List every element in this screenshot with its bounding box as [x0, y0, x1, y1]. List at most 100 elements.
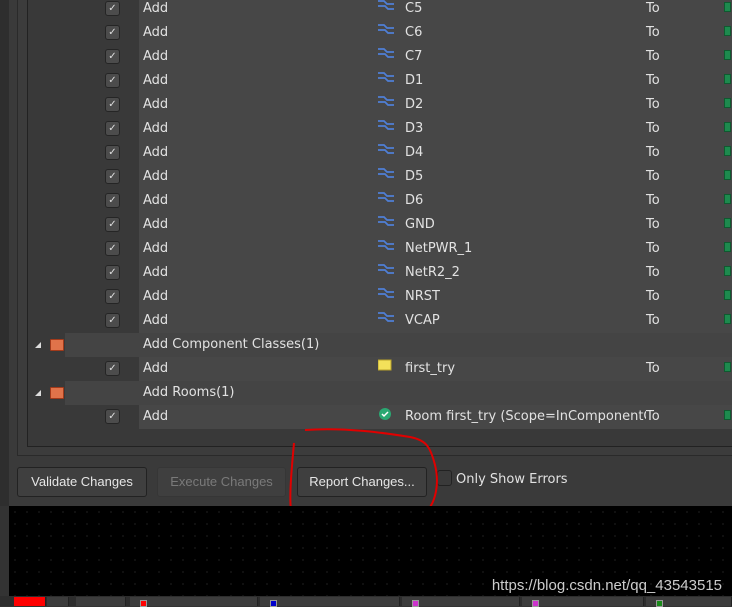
modification-row[interactable]: ✓ Add D3 To	[28, 117, 732, 141]
execute-changes-button[interactable]: Execute Changes	[157, 467, 286, 497]
modification-row[interactable]: ✓ Add C7 To	[28, 45, 732, 69]
pcb-document-icon	[724, 218, 731, 228]
affected-object-name: Room first_try (Scope=InComponentCl	[405, 409, 657, 424]
to-label: To	[646, 169, 664, 184]
enable-checkbox[interactable]: ✓	[105, 265, 120, 280]
layer-tab[interactable]	[402, 597, 520, 607]
enable-checkbox[interactable]: ✓	[105, 361, 120, 376]
enable-checkbox[interactable]: ✓	[105, 73, 120, 88]
to-label: To	[646, 49, 664, 64]
enable-checkbox[interactable]: ✓	[105, 97, 120, 112]
net-icon	[378, 263, 394, 277]
net-icon	[378, 287, 394, 301]
to-label: To	[646, 193, 664, 208]
modification-row[interactable]: ✓ Add D2 To	[28, 93, 732, 117]
folder-icon	[50, 339, 64, 351]
layer-tab[interactable]	[646, 597, 732, 607]
only-show-errors-label: Only Show Errors	[456, 472, 568, 487]
affected-object-name: D2	[405, 97, 424, 112]
modification-row[interactable]: ✓ Add D1 To	[28, 69, 732, 93]
enable-checkbox[interactable]: ✓	[105, 169, 120, 184]
enable-checkbox[interactable]: ✓	[105, 25, 120, 40]
affected-object-name: D1	[405, 73, 424, 88]
enable-checkbox[interactable]: ✓	[105, 49, 120, 64]
net-icon	[378, 239, 394, 253]
net-icon	[378, 167, 394, 181]
layer-tab[interactable]	[130, 597, 258, 607]
pcb-document-icon	[724, 146, 731, 156]
modification-row[interactable]: ✓ Add NRST To	[28, 285, 732, 309]
net-icon	[378, 215, 394, 229]
modification-row[interactable]: ✓ Add GND To	[28, 213, 732, 237]
watermark: https://blog.csdn.net/qq_43543515	[491, 577, 722, 594]
action-label: Add	[143, 193, 169, 208]
row-cell	[139, 0, 732, 21]
affected-object-name: first_try	[405, 361, 456, 376]
action-label: Add	[143, 73, 169, 88]
affected-object-name: NetPWR_1	[405, 241, 473, 256]
enable-checkbox[interactable]: ✓	[105, 145, 120, 160]
collapse-triangle-icon[interactable]	[35, 390, 41, 396]
pcb-document-icon	[724, 74, 731, 84]
modification-row[interactable]: ✓ Add D6 To	[28, 189, 732, 213]
validate-changes-button[interactable]: Validate Changes	[17, 467, 147, 497]
row-cell	[139, 141, 732, 165]
to-label: To	[646, 289, 664, 304]
enable-checkbox[interactable]: ✓	[105, 1, 120, 16]
modification-row[interactable]: ✓ Add NetPWR_1 To	[28, 237, 732, 261]
action-label: Add	[143, 121, 169, 136]
folder-icon	[377, 359, 394, 373]
modification-row[interactable]: ✓ Add D5 To	[28, 165, 732, 189]
action-label: Add	[143, 97, 169, 112]
enable-checkbox[interactable]: ✓	[105, 217, 120, 232]
enable-checkbox[interactable]: ✓	[105, 289, 120, 304]
modification-group[interactable]: Add Rooms(1)	[28, 381, 732, 405]
modification-row[interactable]: ✓ Add NetR2_2 To	[28, 261, 732, 285]
pcb-document-icon	[724, 50, 731, 60]
modification-row[interactable]: ✓ Add VCAP To	[28, 309, 732, 333]
net-icon	[378, 119, 394, 133]
net-icon	[378, 311, 394, 325]
layer-tab[interactable]	[522, 597, 644, 607]
modifications-grid: ✓ Add C5 To ✓ Add C6 To ✓ Add C7 To ✓ Add D1 To ✓ Add D2 To…	[27, 0, 732, 447]
layer-nav-button[interactable]	[76, 597, 126, 606]
affected-object-name: C5	[405, 1, 423, 16]
enable-checkbox[interactable]: ✓	[105, 241, 120, 256]
layer-color-swatch[interactable]	[14, 597, 46, 606]
to-label: To	[646, 265, 664, 280]
group-label: Add Component Classes(1)	[143, 337, 320, 352]
group-label: Add Rooms(1)	[143, 385, 235, 400]
enable-checkbox[interactable]: ✓	[105, 313, 120, 328]
pcb-document-icon	[724, 2, 731, 12]
action-label: Add	[143, 169, 169, 184]
collapse-triangle-icon[interactable]	[35, 342, 41, 348]
modification-row[interactable]: ✓ Add C5 To	[28, 0, 732, 21]
enable-checkbox[interactable]: ✓	[105, 121, 120, 136]
pcb-document-icon	[724, 194, 731, 204]
modification-group[interactable]: Add Component Classes(1)	[28, 333, 732, 357]
enable-checkbox[interactable]: ✓	[105, 409, 120, 424]
pcb-document-icon	[724, 98, 731, 108]
action-label: Add	[143, 265, 169, 280]
to-label: To	[646, 217, 664, 232]
layer-tab[interactable]	[260, 597, 400, 607]
net-icon	[378, 47, 394, 61]
affected-object-name: D6	[405, 193, 424, 208]
bottom-tab-bar	[0, 596, 732, 607]
enable-checkbox[interactable]: ✓	[105, 193, 120, 208]
net-icon	[378, 95, 394, 109]
action-label: Add	[143, 241, 169, 256]
modification-row[interactable]: ✓ Add first_try To	[28, 357, 732, 381]
action-label: Add	[143, 313, 169, 328]
to-label: To	[646, 73, 664, 88]
affected-object-name: GND	[405, 217, 435, 232]
modification-row[interactable]: ✓ Add D4 To	[28, 141, 732, 165]
to-label: To	[646, 241, 664, 256]
modification-row[interactable]: ✓ Add C6 To	[28, 21, 732, 45]
affected-object-name: D4	[405, 145, 424, 160]
to-label: To	[646, 97, 664, 112]
layer-tab-button[interactable]	[47, 597, 69, 606]
affected-object-name: D3	[405, 121, 424, 136]
affected-object-name: NetR2_2	[405, 265, 460, 280]
pcb-document-icon	[724, 314, 731, 324]
